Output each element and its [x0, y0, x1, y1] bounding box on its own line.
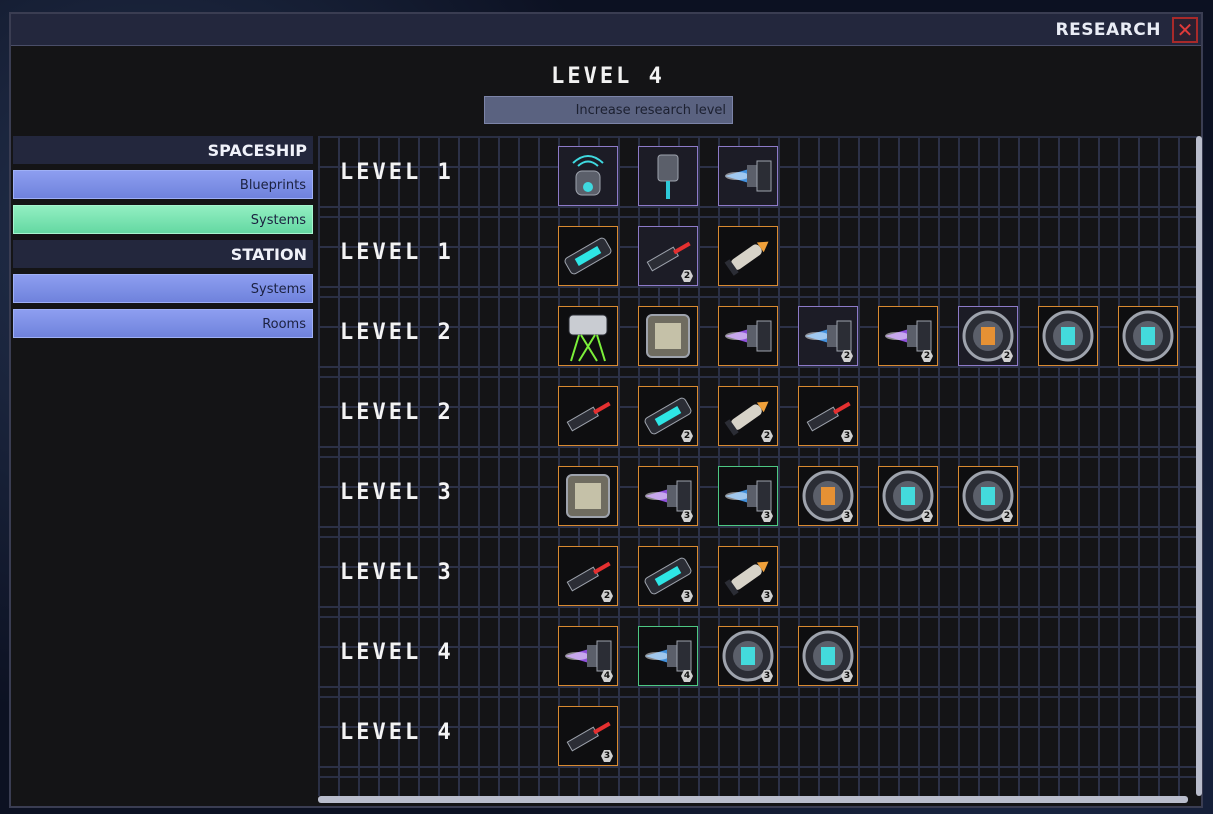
increase-research-level-button[interactable]: Increase research level: [484, 96, 733, 124]
research-row: LEVEL 4 3: [318, 706, 1198, 766]
row-level-label: LEVEL 4: [340, 640, 454, 665]
research-row: LEVEL 2222: [318, 306, 1198, 366]
research-item[interactable]: [1038, 306, 1098, 366]
research-item[interactable]: [638, 306, 698, 366]
section-station-header: STATION: [13, 240, 313, 268]
research-item[interactable]: [558, 306, 618, 366]
row-level-label: LEVEL 4: [340, 720, 454, 745]
research-item[interactable]: 2: [718, 386, 778, 446]
vertical-scrollbar[interactable]: [1196, 136, 1202, 796]
research-item[interactable]: 2: [878, 306, 938, 366]
sidebar-item-station-rooms[interactable]: Rooms: [13, 309, 313, 338]
row-level-label: LEVEL 1: [340, 160, 454, 185]
research-tree-grid[interactable]: LEVEL 1 LEVEL 1 2 LEVEL 2 2 2 2 LEVEL 2 2 2 3 LEVEL…: [318, 136, 1198, 796]
research-item[interactable]: [638, 146, 698, 206]
research-row: LEVEL 1: [318, 146, 1198, 206]
research-item[interactable]: [558, 226, 618, 286]
research-item[interactable]: [1118, 306, 1178, 366]
research-item[interactable]: 4: [558, 626, 618, 686]
research-item[interactable]: 2: [558, 546, 618, 606]
research-item[interactable]: 2: [958, 466, 1018, 526]
sidebar-item-spaceship-blueprints[interactable]: Blueprints: [13, 170, 313, 199]
row-level-label: LEVEL 2: [340, 400, 454, 425]
research-item[interactable]: [718, 226, 778, 286]
close-button[interactable]: ✕: [1172, 17, 1198, 43]
research-item[interactable]: 2: [798, 306, 858, 366]
sidebar-item-station-systems[interactable]: Systems: [13, 274, 313, 303]
research-item[interactable]: [718, 146, 778, 206]
row-level-label: LEVEL 3: [340, 560, 454, 585]
research-row: LEVEL 44433: [318, 626, 1198, 686]
research-item[interactable]: 3: [718, 546, 778, 606]
research-item[interactable]: [558, 466, 618, 526]
research-item[interactable]: 3: [638, 546, 698, 606]
row-level-label: LEVEL 3: [340, 480, 454, 505]
research-row: LEVEL 1 2: [318, 226, 1198, 286]
research-item[interactable]: 3: [718, 626, 778, 686]
row-level-label: LEVEL 1: [340, 240, 454, 265]
research-item[interactable]: [558, 146, 618, 206]
research-item[interactable]: [718, 306, 778, 366]
research-window: RESEARCH ✕ LEVEL 4 Increase research lev…: [9, 12, 1203, 808]
section-spaceship-header: SPACESHIP: [13, 136, 313, 164]
close-icon: ✕: [1176, 18, 1194, 42]
sidebar: SPACESHIP Blueprints Systems STATION Sys…: [13, 136, 313, 344]
research-row: LEVEL 333322: [318, 466, 1198, 526]
title-bar: RESEARCH ✕: [11, 14, 1201, 46]
current-level-title: LEVEL 4: [551, 64, 665, 89]
research-item[interactable]: 3: [558, 706, 618, 766]
research-item[interactable]: 2: [638, 226, 698, 286]
research-row: LEVEL 3233: [318, 546, 1198, 606]
research-item[interactable]: 3: [638, 466, 698, 526]
research-row: LEVEL 2223: [318, 386, 1198, 446]
window-title: RESEARCH: [1055, 20, 1161, 40]
research-item[interactable]: [558, 386, 618, 446]
research-item[interactable]: 2: [878, 466, 938, 526]
research-item[interactable]: 2: [638, 386, 698, 446]
sidebar-item-spaceship-systems[interactable]: Systems: [13, 205, 313, 234]
research-item[interactable]: 3: [798, 626, 858, 686]
research-item[interactable]: 4: [638, 626, 698, 686]
research-item[interactable]: 3: [798, 386, 858, 446]
research-item[interactable]: 3: [718, 466, 778, 526]
research-item[interactable]: 3: [798, 466, 858, 526]
horizontal-scrollbar[interactable]: [318, 796, 1188, 803]
research-item[interactable]: 2: [958, 306, 1018, 366]
row-level-label: LEVEL 2: [340, 320, 454, 345]
